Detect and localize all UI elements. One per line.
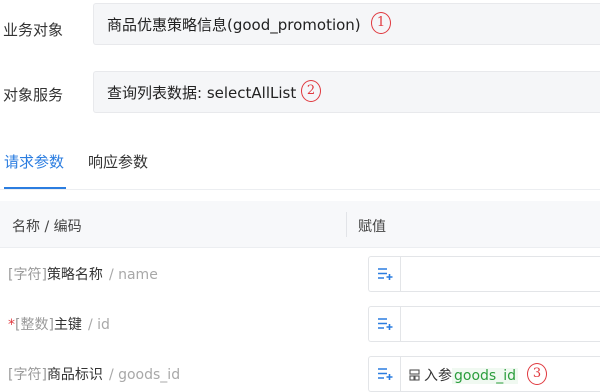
param-code: / name	[108, 267, 158, 283]
column-assignment: 赋值	[358, 219, 386, 235]
value-input[interactable]	[368, 306, 600, 342]
input-param-icon	[409, 369, 420, 381]
object-service-value: 查询列表数据: selectAllList	[107, 84, 297, 102]
business-object-label: 业务对象	[3, 21, 64, 39]
param-label: [字符]商品标识 / goods_id	[8, 364, 180, 384]
assign-button[interactable]	[369, 307, 401, 341]
business-object-value: 商品优惠策略信息(good_promotion)	[107, 16, 361, 34]
tab-request-params[interactable]: 请求参数	[4, 151, 64, 172]
column-name-code: 名称 / 编码	[12, 219, 82, 235]
table-header: 名称 / 编码 赋值	[0, 201, 600, 248]
table-row: [字符]商品标识 / goods_id 入参 goods_id 3	[0, 349, 600, 392]
value-input[interactable]	[368, 256, 600, 292]
param-ref-name: goods_id	[452, 368, 518, 384]
tab-response-params[interactable]: 响应参数	[88, 151, 148, 172]
param-label: [字符]策略名称 / name	[8, 264, 158, 284]
marker-2: 2	[301, 80, 321, 102]
assign-expression-icon	[378, 268, 393, 280]
required-mark: *	[8, 317, 15, 333]
column-separator	[346, 212, 347, 237]
marker-1: 1	[371, 12, 391, 34]
assign-expression-icon	[378, 368, 393, 380]
business-object-field[interactable]: 商品优惠策略信息(good_promotion) 1	[93, 3, 600, 45]
param-type: [整数]	[15, 317, 54, 333]
param-code: / goods_id	[108, 367, 181, 383]
tabs-divider	[0, 189, 600, 190]
table-row: *[整数]主键 / id	[0, 299, 600, 349]
param-code: / id	[87, 317, 110, 333]
param-name: 策略名称	[46, 267, 103, 283]
param-reference-chip[interactable]: 入参 goods_id	[409, 365, 518, 385]
param-type: [字符]	[8, 367, 47, 383]
param-label: *[整数]主键 / id	[8, 314, 110, 334]
param-name: 商品标识	[46, 367, 103, 383]
object-service-field[interactable]: 查询列表数据: selectAllList 2	[93, 71, 600, 113]
assign-button[interactable]	[369, 357, 401, 391]
object-service-label: 对象服务	[3, 86, 64, 104]
value-input[interactable]: 入参 goods_id 3	[368, 356, 600, 392]
marker-3: 3	[527, 363, 547, 385]
assign-expression-icon	[378, 318, 393, 330]
table-row: [字符]策略名称 / name	[0, 249, 600, 299]
param-type: [字符]	[8, 267, 47, 283]
param-name: 主键	[53, 317, 82, 333]
assign-button[interactable]	[369, 257, 401, 291]
param-ref-prefix: 入参	[424, 368, 452, 384]
param-tabs: 请求参数 响应参数	[0, 140, 600, 190]
